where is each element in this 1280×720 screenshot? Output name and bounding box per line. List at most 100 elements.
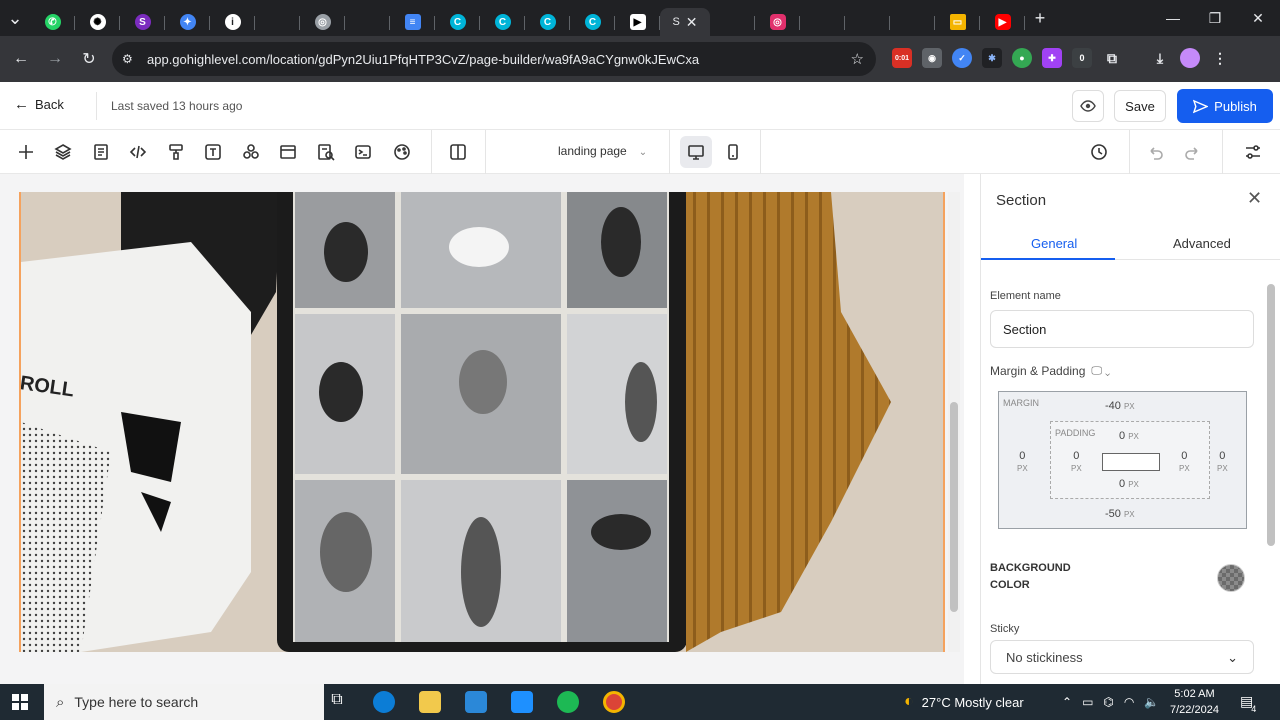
- extension-icon[interactable]: ✱: [982, 48, 1002, 68]
- form-search-icon[interactable]: [316, 142, 336, 162]
- browser-tab[interactable]: ✦: [165, 8, 210, 36]
- browser-tab[interactable]: ▶: [615, 8, 660, 36]
- margin-bottom-value[interactable]: -50 PX: [1105, 508, 1135, 520]
- puzzle-icon[interactable]: ⧉: [1102, 48, 1122, 68]
- margin-left-value[interactable]: 0 PX: [1017, 450, 1028, 474]
- reload-icon[interactable]: ↻: [72, 49, 106, 69]
- pages-icon[interactable]: [91, 142, 111, 162]
- mobile-view-button[interactable]: [717, 136, 749, 168]
- browser-tab[interactable]: ≡: [390, 8, 435, 36]
- terminal-icon[interactable]: [353, 142, 373, 162]
- tab-search-button[interactable]: ⌄: [0, 8, 30, 29]
- canvas-scrollbar[interactable]: [948, 192, 960, 652]
- device-dropdown[interactable]: 🖵 ⌄: [1091, 365, 1110, 378]
- edge-icon[interactable]: [373, 691, 395, 713]
- new-tab-button[interactable]: +: [1025, 8, 1055, 29]
- browser-tab-active[interactable]: S ✕: [660, 8, 710, 36]
- split-view-icon[interactable]: [448, 142, 468, 162]
- popup-icon[interactable]: [278, 142, 298, 162]
- browser-tab[interactable]: ✆: [30, 8, 75, 36]
- shapes-icon[interactable]: [241, 142, 261, 162]
- browser-tab[interactable]: S: [120, 8, 165, 36]
- tab-general[interactable]: General: [1031, 236, 1077, 251]
- browser-tab[interactable]: C: [435, 8, 480, 36]
- add-element-icon[interactable]: [16, 142, 36, 162]
- paint-roller-icon[interactable]: [166, 142, 186, 162]
- store-icon[interactable]: [465, 691, 487, 713]
- extension-badge-icon[interactable]: 0: [1072, 48, 1092, 68]
- close-icon[interactable]: ✕: [1247, 188, 1262, 209]
- scrollbar-thumb[interactable]: [950, 402, 958, 612]
- palette-icon[interactable]: [392, 142, 412, 162]
- browser-tab[interactable]: [845, 8, 890, 36]
- browser-tab[interactable]: ◎: [755, 8, 800, 36]
- task-view-icon[interactable]: ⧉: [326, 691, 348, 713]
- close-window-icon[interactable]: ✕: [1237, 0, 1279, 36]
- browser-tab[interactable]: C: [480, 8, 525, 36]
- browser-tab[interactable]: ◎: [300, 8, 345, 36]
- redo-icon[interactable]: [1183, 142, 1203, 162]
- selected-section[interactable]: ROLL: [19, 192, 945, 652]
- browser-tab[interactable]: i: [210, 8, 255, 36]
- padding-bottom-value[interactable]: 0 PX: [1119, 478, 1139, 490]
- recorder-extension-icon[interactable]: 0:01: [892, 48, 912, 68]
- bookmark-star-icon[interactable]: ☆: [851, 50, 864, 68]
- taskbar-search[interactable]: ⌕ Type here to search: [44, 684, 324, 720]
- margin-right-value[interactable]: 0 PX: [1217, 450, 1228, 474]
- browser-tab[interactable]: [710, 8, 755, 36]
- padding-top-value[interactable]: 0 PX: [1119, 430, 1139, 442]
- windows-start-icon[interactable]: [12, 694, 28, 710]
- back-arrow-icon[interactable]: ←: [4, 50, 38, 68]
- preview-button[interactable]: [1072, 90, 1104, 122]
- network-icon[interactable]: ⌬: [1103, 695, 1113, 709]
- volume-icon[interactable]: 🔈: [1144, 695, 1159, 709]
- close-tab-icon[interactable]: ✕: [686, 14, 698, 31]
- notifications-icon[interactable]: ▤4: [1240, 693, 1258, 714]
- download-icon[interactable]: ⤓: [1150, 48, 1170, 68]
- spotify-icon[interactable]: [557, 691, 579, 713]
- chrome-icon[interactable]: [603, 691, 625, 713]
- browser-tab[interactable]: ▭: [935, 8, 980, 36]
- extension-icon[interactable]: ✓: [952, 48, 972, 68]
- undo-icon[interactable]: [1145, 142, 1165, 162]
- text-icon[interactable]: [203, 142, 223, 162]
- file-explorer-icon[interactable]: [419, 691, 441, 713]
- restore-icon[interactable]: ❐: [1194, 0, 1236, 36]
- camera-extension-icon[interactable]: ◉: [922, 48, 942, 68]
- browser-tab[interactable]: C: [525, 8, 570, 36]
- wifi-icon[interactable]: ◠: [1124, 695, 1134, 709]
- margin-top-value[interactable]: -40 PX: [1105, 400, 1135, 412]
- code-icon[interactable]: [128, 142, 148, 162]
- browser-tab[interactable]: C: [570, 8, 615, 36]
- sticky-select[interactable]: No stickiness ⌄: [990, 640, 1254, 674]
- layers-icon[interactable]: [53, 142, 73, 162]
- extension-icon[interactable]: ●: [1012, 48, 1032, 68]
- browser-tab[interactable]: ▶: [980, 8, 1025, 36]
- address-bar[interactable]: ⚙ app.gohighlevel.com/location/gdPyn2Uiu…: [112, 42, 876, 76]
- tab-advanced[interactable]: Advanced: [1173, 236, 1231, 251]
- padding-right-value[interactable]: 0 PX: [1179, 450, 1190, 474]
- chevron-up-icon[interactable]: ⌃: [1062, 695, 1072, 709]
- save-button[interactable]: Save: [1114, 90, 1166, 122]
- element-name-input[interactable]: [990, 310, 1254, 348]
- browser-tab[interactable]: [800, 8, 845, 36]
- mail-icon[interactable]: [511, 691, 533, 713]
- panel-scrollbar[interactable]: [1265, 266, 1277, 684]
- site-settings-icon[interactable]: ⚙: [122, 52, 133, 66]
- chrome-menu-icon[interactable]: ⋮: [1210, 48, 1230, 68]
- back-button[interactable]: ← Back: [14, 96, 64, 113]
- publish-button[interactable]: Publish: [1177, 89, 1273, 123]
- desktop-view-button[interactable]: [680, 136, 712, 168]
- extension-icon[interactable]: ✚: [1042, 48, 1062, 68]
- page-select[interactable]: landing page ⌄: [558, 144, 647, 158]
- browser-tab[interactable]: [890, 8, 935, 36]
- padding-left-value[interactable]: 0 PX: [1071, 450, 1082, 474]
- history-icon[interactable]: [1089, 142, 1109, 162]
- profile-avatar[interactable]: [1180, 48, 1200, 68]
- forward-arrow-icon[interactable]: →: [38, 50, 72, 68]
- settings-sliders-icon[interactable]: [1243, 142, 1263, 162]
- weather-widget[interactable]: ◐ 27°C Mostly clear: [904, 684, 1024, 720]
- battery-icon[interactable]: ▭: [1082, 695, 1093, 709]
- minimize-icon[interactable]: —: [1152, 0, 1194, 36]
- browser-tab[interactable]: [255, 8, 300, 36]
